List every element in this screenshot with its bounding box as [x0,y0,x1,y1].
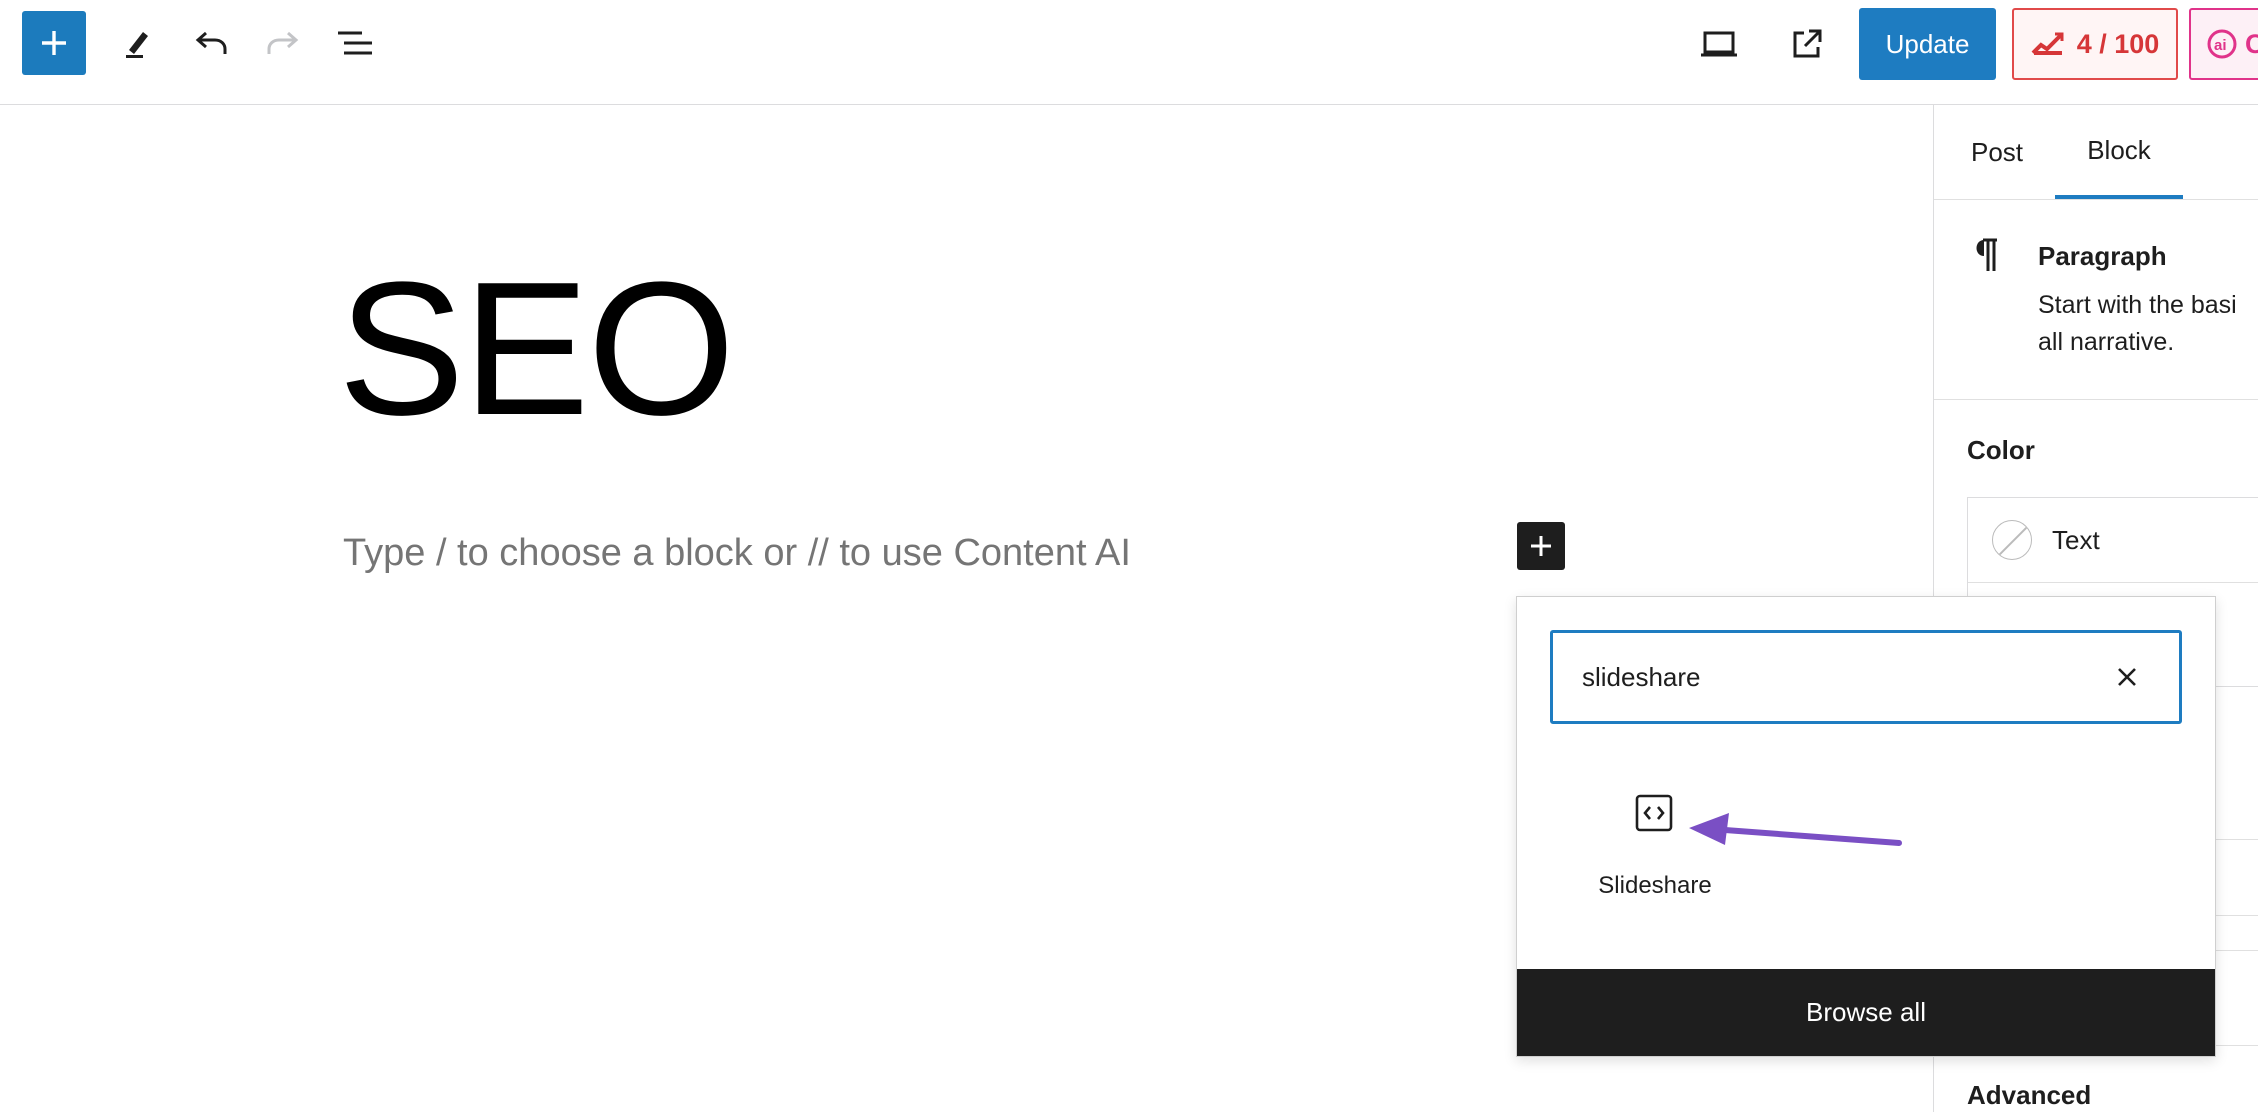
chart-arrow-icon [2031,32,2064,55]
annotation-arrow [1689,813,1902,846]
content-ai-label: C [2245,28,2258,59]
redo-button[interactable] [260,20,306,66]
divider [1934,399,2258,400]
no-color-swatch-icon [1992,520,2032,560]
update-button[interactable]: Update [1859,8,1996,80]
block-inserter-button[interactable] [22,11,86,75]
block-card-description: Start with the basi all narrative. [2038,291,2237,356]
tools-button[interactable] [115,20,161,66]
post-title[interactable]: SEO [338,254,735,444]
content-ai-button[interactable]: ai C [2189,8,2258,80]
external-link-icon [1793,29,1822,58]
empty-block-placeholder[interactable]: Type / to choose a block or // to use Co… [343,532,1131,575]
seo-score-value: 4 / 100 [2076,28,2160,59]
embed-icon [1635,794,1673,832]
tab-post[interactable]: Post [1934,105,2060,199]
list-view-button[interactable] [332,20,378,66]
clear-search-button[interactable] [2103,653,2151,701]
plus-icon [42,31,66,55]
text-color-label: Text [2052,524,2100,555]
list-view-icon [338,31,372,55]
paragraph-icon [1970,237,2000,278]
tab-block[interactable]: Block [2055,105,2183,199]
svg-text:ai: ai [2214,37,2227,54]
inline-block-inserter-button[interactable] [1517,522,1565,570]
block-result-label: Slideshare [1598,872,1712,899]
content-ai-icon: ai [2207,29,2237,59]
text-color-option[interactable]: Text [1968,498,2258,582]
block-inserter-popover: Slideshare Browse all [1516,596,2216,1057]
advanced-panel-toggle[interactable]: Advanced [1967,1080,2091,1111]
laptop-icon [1701,31,1737,57]
divider [1968,582,2258,583]
view-post-button[interactable] [1783,20,1831,68]
close-icon [2118,668,2136,686]
color-panel-heading[interactable]: Color [1967,435,2035,466]
preview-button[interactable] [1695,20,1743,68]
pencil-icon [126,32,148,58]
block-search [1550,630,2182,724]
undo-button[interactable] [188,20,234,66]
plus-icon [1531,536,1551,556]
browse-all-button[interactable]: Browse all [1517,969,2215,1056]
block-card-title: Paragraph [2038,241,2167,271]
sidebar-tabs: Post Block [1934,105,2258,200]
redo-icon [267,31,299,54]
editor-toolbar: Update 4 / 100 ai C [0,0,2258,105]
block-search-input[interactable] [1582,647,2102,707]
seo-score-button[interactable]: 4 / 100 [2012,8,2178,80]
undo-icon [195,31,227,54]
